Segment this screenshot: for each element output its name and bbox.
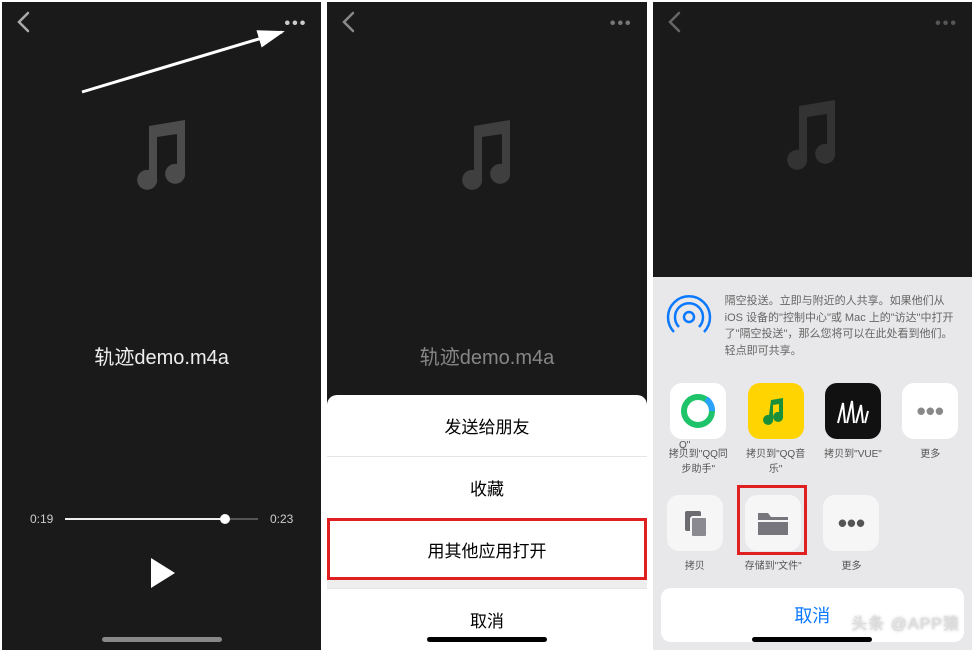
more-apps-icon: ••• bbox=[902, 383, 958, 439]
back-button[interactable] bbox=[341, 11, 355, 38]
action-more[interactable]: ••• 更多 bbox=[817, 495, 885, 572]
watermark: 头条 @APP猿 bbox=[851, 610, 960, 634]
app-label: 更多 bbox=[920, 445, 940, 460]
option-favorite[interactable]: 收藏 bbox=[327, 456, 646, 518]
top-bar: ••• bbox=[2, 2, 321, 46]
file-name: 轨迹demo.m4a bbox=[94, 341, 229, 370]
home-indicator[interactable] bbox=[752, 637, 872, 642]
home-indicator[interactable] bbox=[427, 637, 547, 642]
share-sheet: 隔空投送。立即与附近的人共享。如果他们从 iOS 设备的"控制中心"或 Mac … bbox=[653, 277, 972, 650]
more-actions-icon: ••• bbox=[823, 495, 879, 551]
option-send-to-friend[interactable]: 发送给朋友 bbox=[327, 395, 646, 456]
back-button[interactable] bbox=[16, 11, 30, 38]
music-note-icon bbox=[127, 116, 197, 201]
qq-music-icon bbox=[748, 383, 804, 439]
copy-icon bbox=[667, 495, 723, 551]
time-elapsed: 0:19 bbox=[30, 512, 53, 526]
action-label: 存储到"文件" bbox=[745, 557, 802, 572]
screen-share-sheet: ••• 隔空投送。立即与附近的人共享。如果他们从 iOS 设备的"控制中心"或 … bbox=[653, 2, 972, 650]
app-more[interactable]: ••• 更多 bbox=[897, 383, 964, 475]
action-label: 拷贝 bbox=[685, 557, 705, 572]
share-apps-row: Q" 拷贝到"QQ同步助手" 拷贝到"QQ音乐" 拷贝到"V bbox=[661, 377, 964, 481]
screen-action-sheet: ••• 轨迹demo.m4a 发送给朋友 收藏 用其他应用打开 取消 bbox=[327, 2, 646, 650]
preview-area: 轨迹demo.m4a bbox=[2, 46, 321, 512]
time-total: 0:23 bbox=[270, 512, 293, 526]
qq-sync-icon bbox=[670, 383, 726, 439]
app-label: 拷贝到"QQ音乐" bbox=[742, 445, 809, 475]
music-note-icon bbox=[452, 116, 522, 201]
app-qq-sync[interactable]: 拷贝到"QQ同步助手" bbox=[665, 383, 732, 475]
more-button[interactable]: ••• bbox=[610, 15, 633, 33]
option-open-with-other-app[interactable]: 用其他应用打开 bbox=[327, 518, 646, 580]
share-actions-row: 拷贝 存储到"文件" ••• 更多 . bbox=[661, 481, 964, 578]
airdrop-icon bbox=[665, 293, 713, 341]
app-label: 拷贝到"VUE" bbox=[824, 445, 882, 460]
screen-player: ••• 轨迹demo.m4a 0:19 0:23 bbox=[2, 2, 321, 650]
more-button[interactable]: ••• bbox=[285, 15, 308, 33]
music-note-icon bbox=[777, 96, 847, 181]
app-qq-music[interactable]: 拷贝到"QQ音乐" bbox=[742, 383, 809, 475]
app-label: 拷贝到"QQ同步助手" bbox=[665, 445, 732, 475]
action-label: 更多 bbox=[841, 557, 861, 572]
action-save-to-files[interactable]: 存储到"文件" bbox=[739, 495, 807, 572]
play-button[interactable] bbox=[30, 556, 293, 590]
top-bar: ••• bbox=[327, 2, 646, 46]
vue-icon bbox=[825, 383, 881, 439]
action-sheet: 发送给朋友 收藏 用其他应用打开 取消 bbox=[327, 395, 646, 650]
top-bar: ••• bbox=[653, 2, 972, 46]
folder-icon bbox=[745, 495, 801, 551]
more-button[interactable]: ••• bbox=[935, 15, 958, 33]
airdrop-text: 隔空投送。立即与附近的人共享。如果他们从 iOS 设备的"控制中心"或 Mac … bbox=[725, 293, 960, 359]
back-button[interactable] bbox=[667, 11, 681, 38]
action-copy[interactable]: 拷贝 bbox=[661, 495, 729, 572]
airdrop-section[interactable]: 隔空投送。立即与附近的人共享。如果他们从 iOS 设备的"控制中心"或 Mac … bbox=[661, 285, 964, 377]
progress-track[interactable] bbox=[65, 518, 258, 520]
file-name: 轨迹demo.m4a bbox=[420, 341, 555, 370]
app-vue[interactable]: 拷贝到"VUE" bbox=[819, 383, 886, 475]
player-controls: 0:19 0:23 bbox=[2, 512, 321, 650]
home-indicator[interactable] bbox=[102, 637, 222, 642]
